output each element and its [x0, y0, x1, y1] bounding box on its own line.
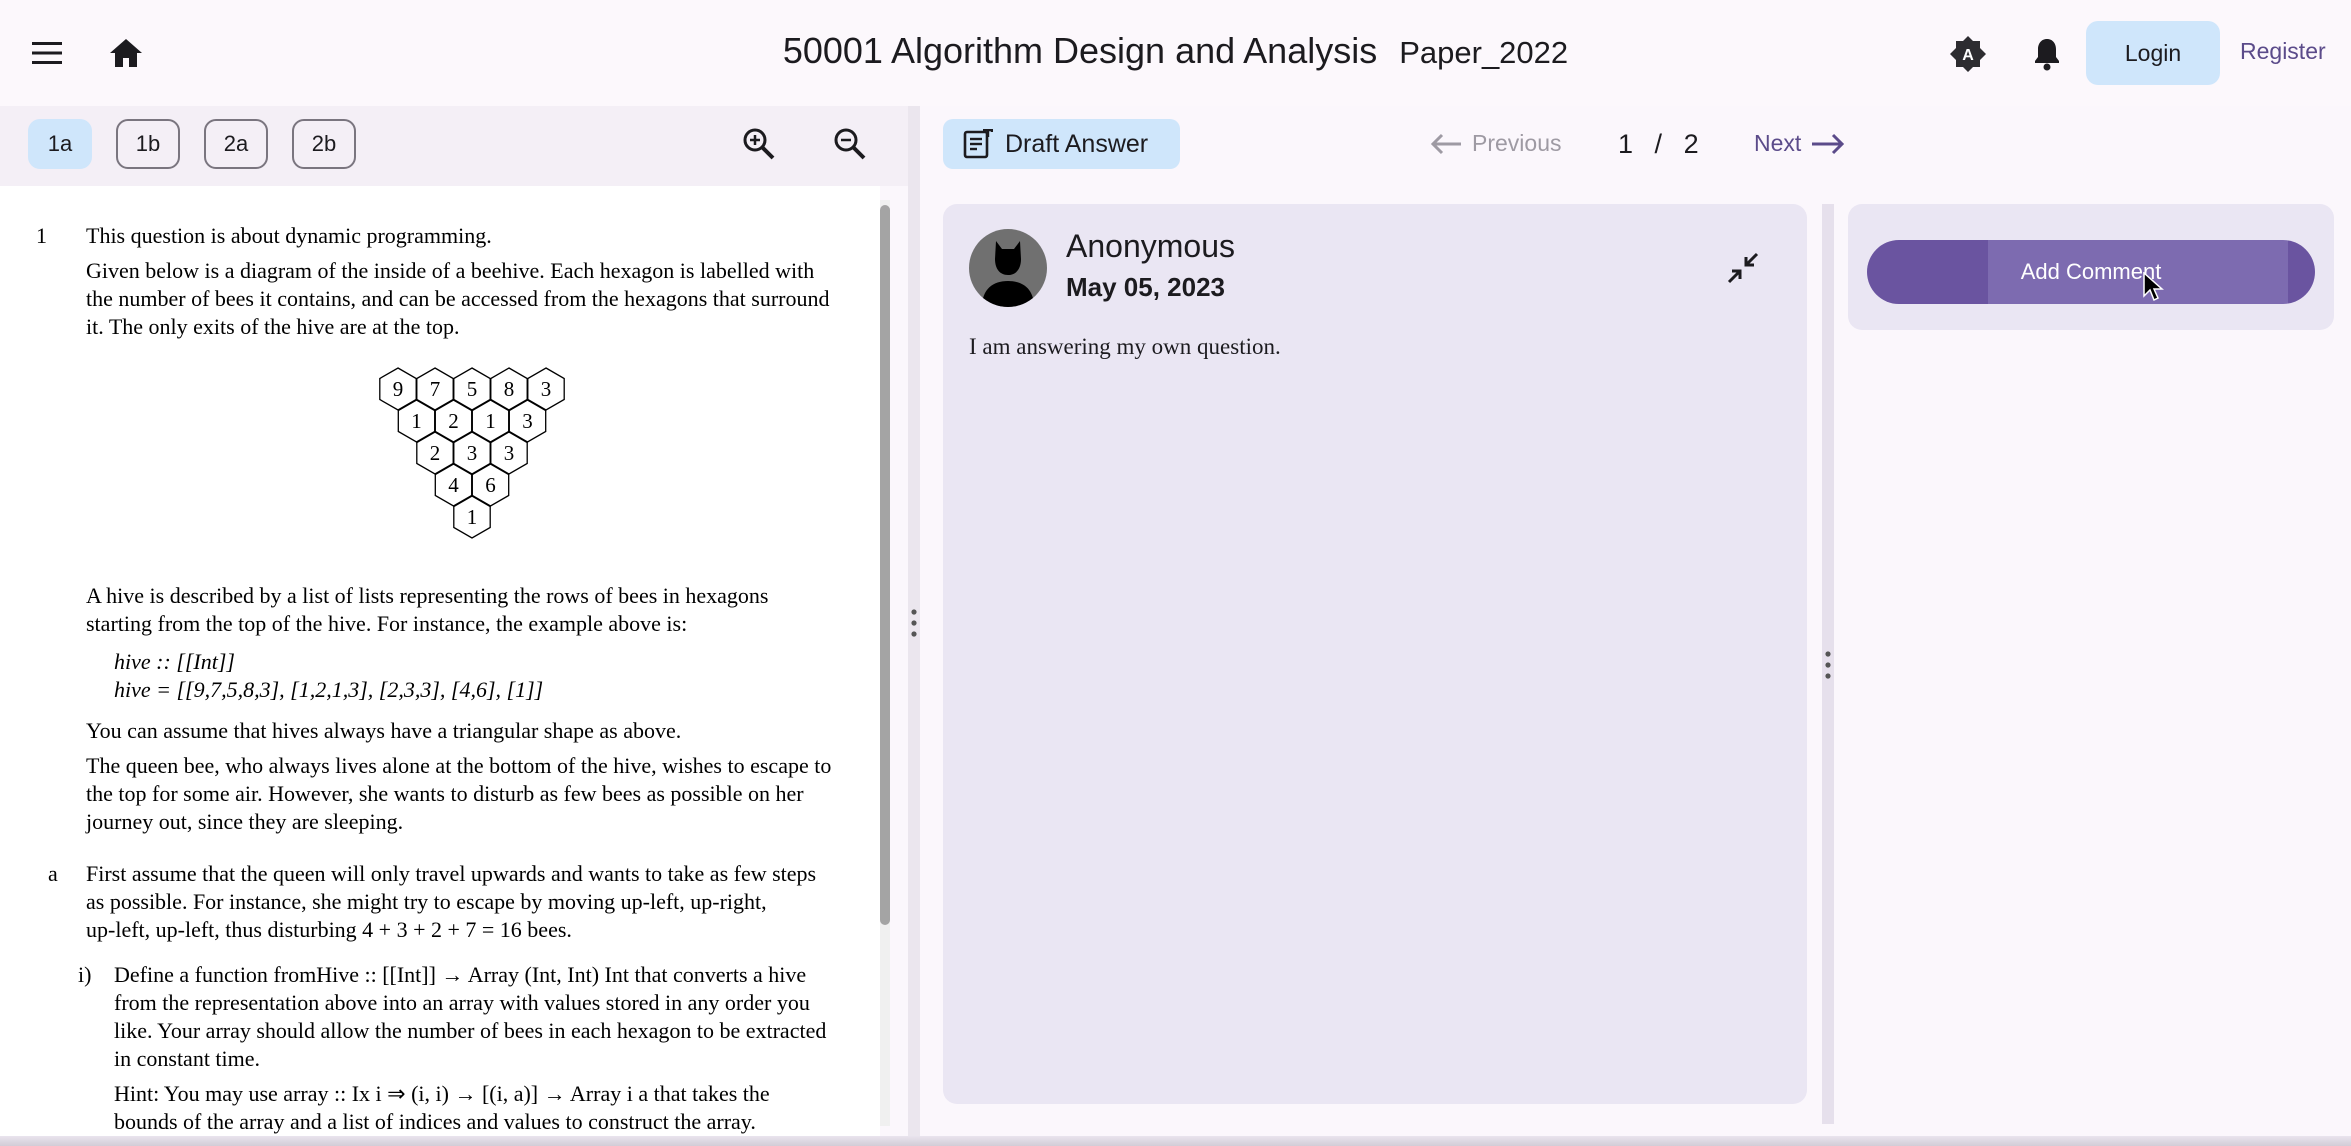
draft-answer-button[interactable]: Draft Answer: [943, 119, 1180, 169]
question-text: starting from the top of the hive. For i…: [86, 611, 688, 636]
tab-1b[interactable]: 1b: [116, 119, 180, 169]
page-separator: /: [1654, 129, 1663, 159]
drag-handle-icon[interactable]: [1825, 650, 1831, 680]
hint-text: Hint: You may use array :: Ix i ⇒ (i, i)…: [114, 1081, 770, 1106]
draft-answer-label: Draft Answer: [1005, 129, 1149, 158]
bell-icon[interactable]: [2027, 34, 2067, 74]
hive-cell-value: 7: [430, 377, 441, 401]
add-comment-button[interactable]: Add Comment: [1867, 240, 2315, 304]
paper-label: Paper_2022: [1399, 35, 1569, 70]
hive-cell-value: 2: [430, 441, 441, 465]
answer-body: I am answering my own question.: [969, 334, 1281, 359]
question-text: like. Your array should allow the number…: [114, 1018, 827, 1043]
question-text: it. The only exits of the hive are at th…: [86, 314, 460, 339]
tab-1a[interactable]: 1a: [28, 119, 92, 169]
question-intro: This question is about dynamic programmi…: [86, 223, 492, 248]
hive-cell-value: 1: [485, 409, 496, 433]
course-title: 50001 Algorithm Design and Analysis: [782, 30, 1378, 71]
question-number: 1: [36, 223, 47, 248]
hive-cell-value: 1: [411, 409, 422, 433]
answer-author: Anonymous: [1066, 228, 1235, 264]
arrow-right-icon: [1812, 133, 1845, 154]
hive-cell-value: 2: [448, 409, 459, 433]
drag-handle-icon[interactable]: [911, 608, 917, 638]
next-label: Next: [1754, 130, 1802, 156]
code-line: hive = [[9,7,5,8,3], [1,2,1,3], [2,3,3],…: [114, 677, 544, 702]
hive-cell-value: 4: [448, 473, 459, 497]
part-label: i): [78, 962, 92, 987]
question-text: from the representation above into an ar…: [114, 990, 810, 1015]
hint-text: bounds of the array and a list of indice…: [114, 1109, 756, 1134]
collapse-icon[interactable]: [1726, 251, 1760, 285]
tab-2a[interactable]: 2a: [204, 119, 268, 169]
beehive-diagram: 9 7 5 8 31 2 1 32 3 34 61: [379, 367, 565, 539]
hive-cell-value: 3: [541, 377, 552, 401]
code-line: hive :: [[Int]]: [114, 649, 235, 674]
hive-cell-value: 8: [504, 377, 515, 401]
register-link[interactable]: Register: [2240, 38, 2326, 65]
svg-text:A: A: [1962, 47, 1974, 64]
question-text: in constant time.: [114, 1046, 261, 1071]
zoom-in-icon[interactable]: [737, 122, 781, 166]
part-label: a: [48, 861, 58, 886]
draft-icon: [963, 129, 993, 159]
question-text: The queen bee, who always lives alone at…: [86, 753, 832, 778]
page-title: 50001 Algorithm Design and Analysis Paper…: [0, 30, 2351, 72]
hive-cell-value: 3: [504, 441, 515, 465]
person-icon: [982, 241, 1034, 307]
hive-cell-value: 5: [467, 377, 478, 401]
zoom-out-icon[interactable]: [828, 122, 872, 166]
question-text: A hive is described by a list of lists r…: [86, 583, 769, 608]
question-text: Define a function fromHive :: [[Int]] → …: [114, 962, 807, 987]
cursor-icon: [2143, 272, 2164, 302]
theme-icon[interactable]: A: [1948, 34, 1988, 74]
hive-cell-value: 1: [467, 505, 478, 529]
question-text: journey out, since they are sleeping.: [86, 809, 404, 834]
login-button[interactable]: Login: [2086, 21, 2220, 85]
question-text: Given below is a diagram of the inside o…: [86, 258, 815, 283]
pdf-scrollbar-thumb[interactable]: [880, 205, 890, 925]
question-text: the number of bees it contains, and can …: [86, 286, 830, 311]
hive-cell-value: 6: [485, 473, 496, 497]
question-text: as possible. For instance, she might try…: [86, 889, 767, 914]
answer-date: May 05, 2023: [1066, 272, 1226, 302]
question-text: the top for some air. However, she wants…: [86, 781, 804, 806]
page-indicator: 1 / 2: [1618, 129, 1699, 160]
page-current: 1: [1618, 129, 1634, 159]
previous-button[interactable]: Previous: [1430, 130, 1561, 157]
previous-label: Previous: [1472, 130, 1562, 156]
add-comment-label: Add Comment: [2020, 259, 2162, 284]
hive-cell-value: 3: [467, 441, 478, 465]
page-total: 2: [1683, 129, 1699, 159]
question-text: First assume that the queen will only tr…: [86, 861, 817, 886]
question-document: 1 This question is about dynamic program…: [0, 186, 880, 1146]
avatar: [969, 229, 1047, 307]
question-text: up-left, up-left, thus disturbing 4 + 3 …: [86, 917, 572, 942]
hive-cell-value: 9: [393, 377, 404, 401]
hive-cell-value: 3: [522, 409, 533, 433]
arrow-left-icon: [1430, 133, 1461, 154]
tab-2b[interactable]: 2b: [292, 119, 356, 169]
next-button[interactable]: Next: [1754, 130, 1845, 157]
bottom-edge: [0, 1136, 2351, 1146]
question-text: You can assume that hives always have a …: [86, 718, 682, 743]
